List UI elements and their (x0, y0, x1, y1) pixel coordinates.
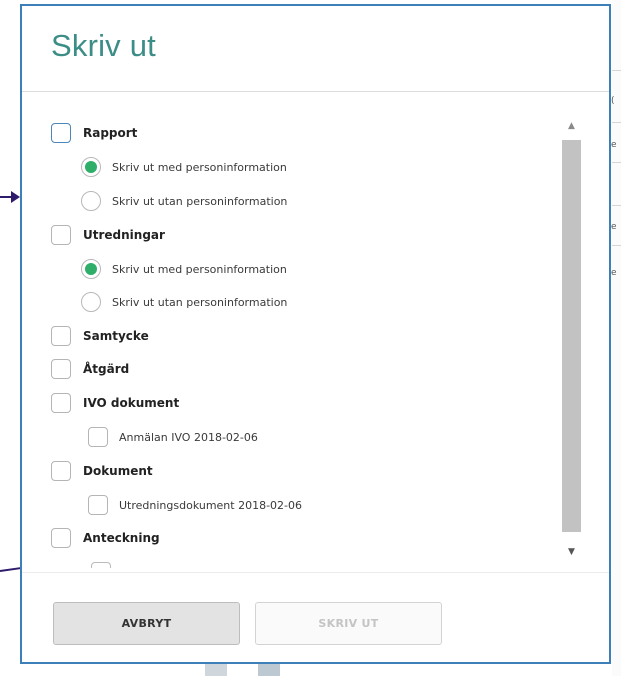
background-app-element (258, 664, 280, 676)
radio-button[interactable] (81, 259, 101, 279)
checkbox[interactable] (51, 359, 71, 379)
option-label: Anteckning (83, 531, 160, 545)
print-button[interactable]: SKRIV UT (255, 602, 442, 645)
option-label: Skriv ut med personinformation (112, 262, 287, 276)
option-rapport-without-personal-info[interactable]: Skriv ut utan personinformation (81, 191, 287, 211)
checkbox-partially-visible[interactable] (91, 562, 111, 568)
option-label: Skriv ut utan personinformation (112, 295, 288, 309)
scrollbar-thumb[interactable] (562, 140, 581, 532)
option-ivo-dokument[interactable]: IVO dokument (51, 393, 179, 413)
option-anmalan-ivo[interactable]: Anmälan IVO 2018-02-06 (88, 427, 258, 447)
option-atgard[interactable]: Åtgärd (51, 359, 129, 379)
scroll-down-icon[interactable]: ▼ (562, 542, 581, 562)
cancel-button[interactable]: AVBRYT (53, 602, 240, 645)
radio-button[interactable] (81, 292, 101, 312)
background-divider (612, 245, 621, 246)
options-scrollbar[interactable]: ▲ ▼ (562, 116, 581, 562)
option-anteckning[interactable]: Anteckning (51, 528, 160, 548)
option-rapport[interactable]: Rapport (51, 123, 137, 143)
background-text-fragment: ( (611, 96, 615, 106)
radio-selected-dot (85, 161, 97, 173)
option-rapport-with-personal-info[interactable]: Skriv ut med personinformation (81, 157, 287, 177)
option-samtycke[interactable]: Samtycke (51, 326, 149, 346)
checkbox[interactable] (51, 326, 71, 346)
background-text-fragment: e (611, 222, 617, 232)
background-divider (612, 162, 621, 163)
radio-selected-dot (85, 263, 97, 275)
background-text-fragment: e (611, 140, 617, 150)
option-utredningsdokument[interactable]: Utredningsdokument 2018-02-06 (88, 495, 302, 515)
option-label: Anmälan IVO 2018-02-06 (119, 430, 258, 444)
checkbox[interactable] (51, 393, 71, 413)
checkbox[interactable] (88, 427, 108, 447)
option-label: Dokument (83, 464, 153, 478)
checkbox[interactable] (51, 461, 71, 481)
checkbox[interactable] (51, 528, 71, 548)
background-text-fragment: e (611, 268, 617, 278)
background-divider (612, 122, 621, 123)
footer-divider (22, 572, 609, 573)
scroll-up-icon[interactable]: ▲ (562, 116, 581, 136)
background-divider (612, 205, 621, 206)
checkbox[interactable] (51, 123, 71, 143)
option-utredningar-without-personal-info[interactable]: Skriv ut utan personinformation (81, 292, 287, 312)
option-label: Åtgärd (83, 362, 130, 376)
checkbox[interactable] (88, 495, 108, 515)
option-label: Rapport (83, 126, 138, 140)
option-label: Skriv ut med personinformation (112, 160, 287, 174)
option-utredningar[interactable]: Utredningar (51, 225, 165, 245)
annotation-arrow-line (0, 566, 22, 572)
option-label: Utredningsdokument 2018-02-06 (119, 498, 303, 512)
option-label: Skriv ut utan personinformation (112, 194, 288, 208)
option-label: Samtycke (83, 329, 149, 343)
option-utredningar-with-personal-info[interactable]: Skriv ut med personinformation (81, 259, 287, 279)
option-label: IVO dokument (83, 396, 180, 410)
option-dokument[interactable]: Dokument (51, 461, 153, 481)
dialog-title: Skriv ut (51, 28, 156, 63)
background-app-element (205, 664, 227, 676)
background-divider (612, 70, 621, 71)
print-dialog: Skriv ut Rapport Skriv ut med personinfo… (20, 4, 611, 664)
title-divider (22, 91, 609, 92)
option-label: Utredningar (83, 228, 165, 242)
annotation-arrow-icon (11, 191, 20, 203)
radio-button[interactable] (81, 157, 101, 177)
checkbox[interactable] (51, 225, 71, 245)
radio-button[interactable] (81, 191, 101, 211)
